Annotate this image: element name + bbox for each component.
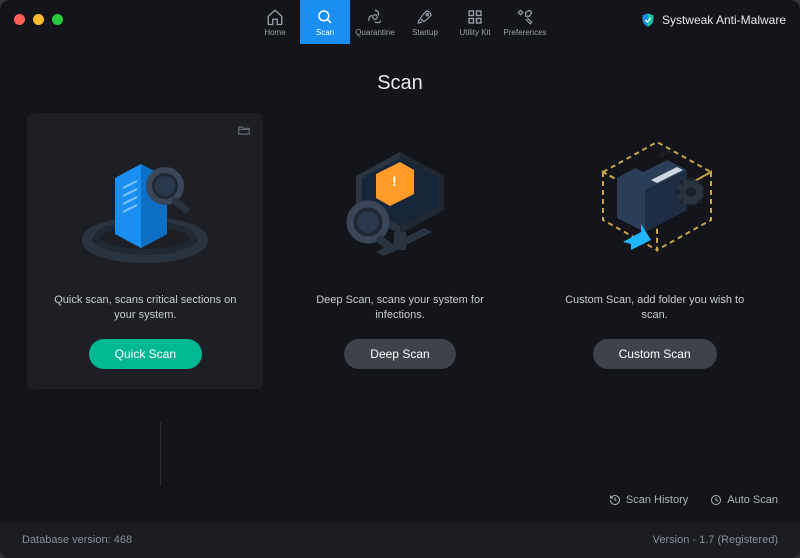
quick-scan-card: Quick scan, scans critical sections on y… bbox=[27, 113, 263, 389]
svg-text:!: ! bbox=[392, 173, 397, 189]
deep-scan-button[interactable]: Deep Scan bbox=[344, 339, 455, 369]
statusbar: Database version: 468 Version - 1.7 (Reg… bbox=[0, 522, 800, 558]
nav-label: Scan bbox=[316, 28, 334, 37]
quick-scan-desc: Quick scan, scans critical sections on y… bbox=[37, 293, 253, 325]
auto-scan-link[interactable]: Auto Scan bbox=[710, 494, 778, 506]
tools-icon bbox=[516, 8, 534, 26]
nav-quarantine[interactable]: Quarantine bbox=[350, 0, 400, 44]
grid-icon bbox=[466, 8, 484, 26]
nav-label: Home bbox=[264, 28, 285, 37]
database-version: Database version: 468 bbox=[22, 534, 132, 546]
window-controls bbox=[14, 14, 63, 25]
scan-history-link[interactable]: Scan History bbox=[609, 494, 688, 506]
nav-label: Quarantine bbox=[355, 28, 395, 37]
maximize-button[interactable] bbox=[52, 14, 63, 25]
scan-history-label: Scan History bbox=[626, 494, 688, 506]
app-window: Home Scan Quarantine Startup Utility Kit… bbox=[0, 0, 800, 558]
nav-startup[interactable]: Startup bbox=[400, 0, 450, 44]
minimize-button[interactable] bbox=[33, 14, 44, 25]
quick-scan-button[interactable]: Quick Scan bbox=[89, 339, 202, 369]
rocket-icon bbox=[416, 8, 434, 26]
nav-utility[interactable]: Utility Kit bbox=[450, 0, 500, 44]
titlebar: Home Scan Quarantine Startup Utility Kit… bbox=[0, 0, 800, 44]
close-button[interactable] bbox=[14, 14, 25, 25]
brand-name: Systweak Anti-Malware bbox=[662, 13, 786, 27]
deep-scan-art: ! bbox=[315, 125, 485, 285]
nav-home[interactable]: Home bbox=[250, 0, 300, 44]
nav-label: Startup bbox=[412, 28, 438, 37]
deep-scan-desc: Deep Scan, scans your system for infecti… bbox=[292, 293, 508, 325]
biohazard-icon bbox=[366, 8, 384, 26]
custom-scan-card: DOC bbox=[537, 113, 773, 389]
nav-preferences[interactable]: Preferences bbox=[500, 0, 550, 44]
page-title: Scan bbox=[0, 72, 800, 95]
footer-links: Scan History Auto Scan bbox=[609, 494, 778, 506]
nav-scan[interactable]: Scan bbox=[300, 0, 350, 44]
text-cursor bbox=[160, 422, 161, 486]
search-icon bbox=[316, 8, 334, 26]
folder-icon bbox=[237, 123, 251, 142]
auto-scan-label: Auto Scan bbox=[727, 494, 778, 506]
custom-scan-button[interactable]: Custom Scan bbox=[593, 339, 717, 369]
custom-scan-art: DOC bbox=[570, 125, 740, 285]
nav-label: Utility Kit bbox=[459, 28, 490, 37]
quick-scan-art bbox=[60, 125, 230, 285]
main-toolbar: Home Scan Quarantine Startup Utility Kit… bbox=[250, 0, 550, 44]
deep-scan-card: ! Deep Scan, scans your system for infec… bbox=[282, 113, 518, 389]
history-icon bbox=[609, 494, 621, 506]
nav-label: Preferences bbox=[503, 28, 546, 37]
custom-scan-desc: Custom Scan, add folder you wish to scan… bbox=[547, 293, 763, 325]
clock-icon bbox=[710, 494, 722, 506]
brand: Systweak Anti-Malware bbox=[640, 12, 786, 28]
app-version: Version - 1.7 (Registered) bbox=[653, 534, 778, 546]
home-icon bbox=[266, 8, 284, 26]
shield-icon bbox=[640, 12, 656, 28]
scan-cards: Quick scan, scans critical sections on y… bbox=[0, 113, 800, 389]
